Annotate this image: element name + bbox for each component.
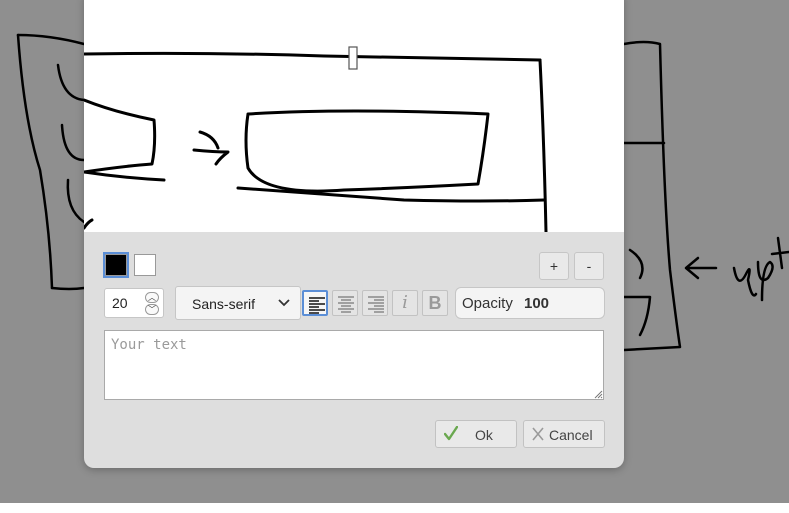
x-icon	[532, 427, 544, 441]
cancel-label: Cancel	[549, 427, 593, 443]
text-input[interactable]	[104, 330, 604, 400]
foreground-color-swatch[interactable]	[103, 252, 129, 278]
zoom-in-button[interactable]: +	[539, 252, 569, 280]
font-family-select[interactable]: Sans-serif	[175, 286, 301, 320]
cancel-button[interactable]: Cancel	[523, 420, 605, 448]
text-cursor-icon	[348, 46, 358, 70]
italic-button[interactable]: i	[392, 290, 418, 316]
spin-down-icon[interactable]: ﹀	[145, 304, 159, 315]
check-icon	[444, 426, 458, 441]
text-tool-dialog: + - 20 ︿ ﹀ Sans-serif i B Opacity 100 Yo…	[84, 0, 624, 468]
align-center-icon	[338, 296, 354, 313]
ok-button[interactable]: Ok	[435, 420, 517, 448]
resize-grip-icon[interactable]	[594, 390, 603, 399]
drawing-canvas[interactable]	[84, 0, 624, 232]
page-bottom-strip	[0, 503, 789, 513]
background-color-swatch[interactable]	[134, 254, 156, 276]
bold-button[interactable]: B	[422, 290, 448, 316]
font-size-value: 20	[112, 295, 128, 311]
opacity-value: 100	[524, 295, 550, 312]
align-left-button[interactable]	[302, 290, 328, 316]
spin-up-icon[interactable]: ︿	[145, 292, 159, 303]
align-left-icon	[309, 297, 325, 314]
align-center-button[interactable]	[332, 290, 358, 316]
font-size-stepper[interactable]: 20 ︿ ﹀	[104, 288, 164, 318]
canvas-drawing	[84, 51, 548, 232]
align-right-button[interactable]	[362, 290, 388, 316]
bold-icon: B	[428, 293, 442, 313]
italic-icon: i	[402, 292, 408, 313]
opacity-control[interactable]: Opacity 100	[455, 287, 605, 319]
zoom-out-button[interactable]: -	[574, 252, 604, 280]
opacity-label: Opacity	[462, 295, 513, 312]
align-right-icon	[368, 296, 384, 313]
ok-label: Ok	[475, 427, 493, 443]
font-family-value: Sans-serif	[192, 296, 256, 312]
chevron-down-icon	[278, 299, 290, 307]
